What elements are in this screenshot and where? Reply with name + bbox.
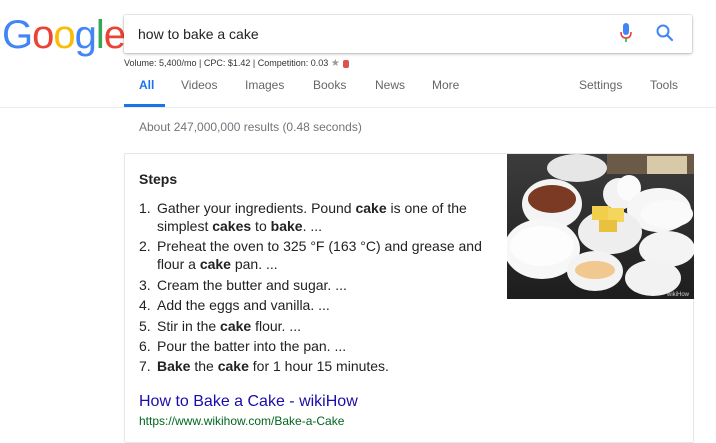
search-icon[interactable] [655,23,675,43]
tab-books[interactable]: Books [313,77,346,93]
step-text: Gather your ingredients. Pound [157,200,356,216]
logo-letter: l [95,13,105,57]
tab-videos[interactable]: Videos [181,77,217,93]
step-item: 1. Gather your ingredients. Pound cake is… [139,199,489,235]
step-item: 3. Cream the butter and sugar. ... [139,276,489,294]
logo-letter: G [2,13,33,57]
step-text: to [251,218,271,234]
microphone-icon[interactable] [620,23,632,43]
step-keyword: cakes [212,218,252,234]
image-watermark: wikiHow [666,292,690,298]
database-icon[interactable] [342,59,349,68]
step-item: 4. Add the eggs and vanilla. ... [139,296,489,314]
featured-snippet: Steps 1. Gather your ingredients. Pound c… [124,153,694,443]
step-text: . ... [302,218,323,234]
step-number: 6. [139,337,151,354]
step-text: Add the eggs and vanilla. ... [157,297,330,314]
step-text: Pour the batter into the pan. ... [157,337,347,354]
step-text: Stir in the [157,317,221,334]
step-item: 7. Bake the cake for 1 hour 15 minutes. [139,357,489,375]
keyword-volume: Volume: 5,400/mo [124,58,197,68]
step-number: 5. [139,317,151,334]
tab-images[interactable]: Images [245,77,284,93]
step-text: Cream the butter and sugar. ... [157,276,347,293]
step-item: 6. Pour the batter into the pan. ... [139,337,489,355]
step-keyword: cake [217,358,249,375]
step-number: 2. [139,238,151,255]
keyword-competition: Competition: 0.03 [257,58,329,68]
step-keyword: Bake [157,358,191,375]
active-tab-indicator [124,104,165,107]
result-url[interactable]: https://www.wikihow.com/Bake-a-Cake [139,413,344,429]
step-text: the [190,358,218,375]
step-number: 7. [139,358,151,375]
star-icon[interactable]: ★ [331,58,340,69]
logo-letter: o [32,13,54,57]
tab-news[interactable]: News [375,77,405,93]
step-number: 3. [139,276,151,293]
step-text: pan. ... [230,256,278,273]
search-box[interactable] [124,15,692,53]
tab-more[interactable]: More [432,77,459,93]
tab-all[interactable]: All [139,77,154,93]
steps-heading: Steps [139,171,178,187]
logo-letter: e [103,13,126,57]
steps-list: 1. Gather your ingredients. Pound cake is… [139,199,489,378]
step-number: 1. [139,200,151,216]
step-item: 5. Stir in the cake flour. ... [139,317,489,335]
step-text: for 1 hour 15 minutes. [248,358,389,375]
tab-tools[interactable]: Tools [650,77,678,93]
search-tabs: All Videos Images Books News More Settin… [0,77,716,107]
tab-settings[interactable]: Settings [579,77,622,93]
logo-letter: g [74,13,97,57]
step-number: 4. [139,297,151,314]
result-stats: About 247,000,000 results (0.48 seconds) [139,120,362,134]
google-logo[interactable]: Google [2,13,126,57]
search-header: Google Volume: 5,400/mo | CPC: $1.42 | C… [0,0,716,108]
step-keyword: bake [270,218,303,234]
search-input[interactable] [138,24,598,44]
step-keyword: cake [199,256,231,273]
step-text: flour. ... [251,317,301,334]
step-keyword: cake [355,200,387,216]
step-item: 2. Preheat the oven to 325 °F (163 °C) an… [139,237,489,273]
baking-ingredients-image[interactable]: wikiHow [507,154,694,299]
logo-letter: o [53,13,75,57]
step-keyword: cake [220,317,252,334]
keyword-metrics: Volume: 5,400/mo | CPC: $1.42 | Competit… [124,57,349,70]
keyword-cpc: CPC: $1.42 [203,58,251,68]
result-title-link[interactable]: How to Bake a Cake - wikiHow [139,392,358,412]
